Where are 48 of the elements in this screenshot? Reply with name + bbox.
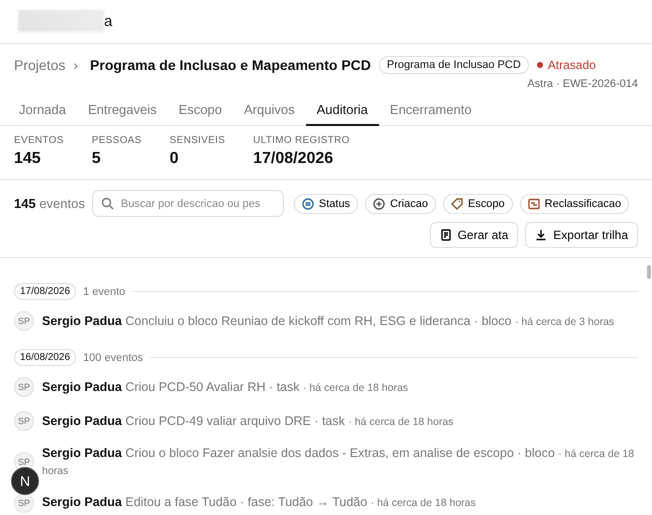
group-count: 1 evento bbox=[83, 286, 126, 298]
filter-chip[interactable]: Escopo bbox=[442, 194, 513, 214]
search-icon bbox=[100, 197, 114, 210]
project-code: Astra · EWE-2026-014 bbox=[527, 78, 638, 90]
avatar: SP bbox=[14, 492, 34, 513]
status-label: Atrasado bbox=[548, 58, 596, 72]
avatar: SP bbox=[14, 311, 34, 331]
project-badge: Programa de Inclusao PCD bbox=[378, 56, 529, 74]
avatar: SP bbox=[14, 411, 34, 431]
stat-value: 145 bbox=[14, 150, 42, 168]
stat-label: PESSOAS bbox=[92, 135, 142, 146]
tab[interactable]: Escopo bbox=[168, 96, 234, 126]
stat-value: 5 bbox=[92, 150, 102, 168]
tab[interactable]: Jornada bbox=[8, 96, 77, 126]
stat-value: 0 bbox=[170, 150, 180, 168]
document-icon bbox=[440, 229, 452, 241]
scrollbar-thumb[interactable] bbox=[647, 265, 651, 279]
stat-label: ULTIMO REGISTRO bbox=[253, 135, 350, 146]
floating-button[interactable]: N bbox=[11, 467, 39, 495]
download-icon bbox=[535, 229, 548, 241]
tab[interactable]: Encerramento bbox=[378, 96, 483, 126]
tab[interactable]: Auditoria bbox=[306, 96, 379, 126]
stat-label: EVENTOS bbox=[14, 135, 64, 146]
header-title: a bbox=[104, 13, 112, 30]
filter-chip[interactable]: Criacao bbox=[365, 194, 436, 214]
filter-chip[interactable]: Status bbox=[294, 194, 358, 214]
event-count: 145 eventos bbox=[14, 196, 85, 211]
breadcrumb-link[interactable]: Projetos bbox=[14, 57, 66, 73]
action-button[interactable]: Exportar trilha bbox=[525, 222, 638, 248]
avatar: SP bbox=[14, 377, 34, 397]
project-title: Programa de Inclusao e Mapeamento PCD bbox=[90, 57, 371, 73]
action-button[interactable]: Gerar ata bbox=[430, 222, 518, 248]
event-text: Sergio Padua Editou a fase Tudão · fase: Tudão → Tudão · há cerca de 18 horas bbox=[42, 494, 476, 512]
event-text: Sergio Padua Criou PCD-50 Avaliar RH · task · há cerca de 18 horas bbox=[42, 378, 408, 396]
group-count: 100 eventos bbox=[83, 352, 143, 364]
tab[interactable]: Entregaveis bbox=[76, 96, 168, 126]
filter-chip[interactable]: Reclassificacao bbox=[520, 194, 630, 214]
date-chip: 16/08/2026 bbox=[14, 349, 76, 366]
chevron-icon: › bbox=[73, 57, 78, 73]
event-text: Sergio Padua Concluiu o bloco Reuniao de kickoff com RH, ESG e lideranca · bloco · há cerca de 3 horas bbox=[42, 312, 614, 330]
date-chip: 17/08/2026 bbox=[14, 283, 76, 300]
event-text: Sergio Padua Criou o bloco Fazer analsie dos dados - Extras, em analise de escopo · bloco · há cerca de 18 horas bbox=[42, 445, 636, 479]
status-dot bbox=[536, 62, 543, 68]
stat-label: SENSIVEIS bbox=[170, 135, 226, 146]
event-text: Sergio Padua Criou PCD-49 valiar arquivo DRE · task · há cerca de 18 horas bbox=[42, 412, 454, 430]
tab[interactable]: Arquivos bbox=[233, 96, 306, 126]
search-box[interactable]: Buscar por descricao ou pes bbox=[92, 190, 284, 217]
stat-value: 17/08/2026 bbox=[253, 150, 334, 168]
